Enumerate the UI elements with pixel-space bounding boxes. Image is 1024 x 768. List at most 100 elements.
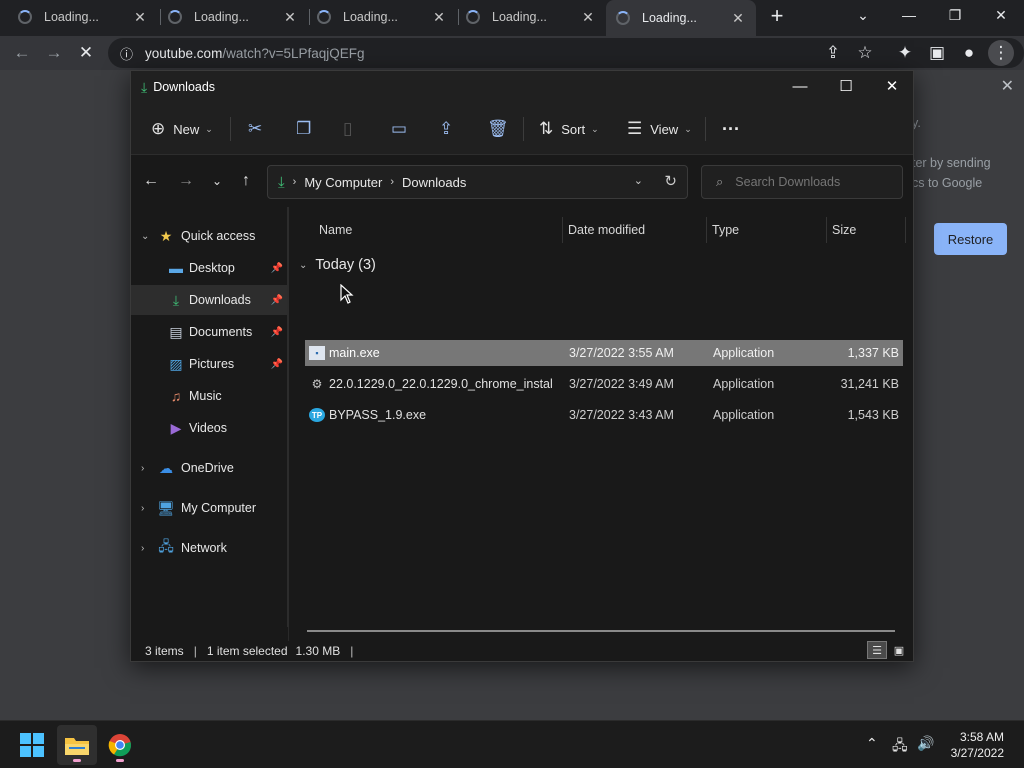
explorer-address-bar[interactable]: ⤓ › My Computer › Downloads ⌄ ↻ [267,165,688,199]
sidebar-item-documents[interactable]: ▤ Documents 📌 [131,317,289,347]
sidebar-item-network[interactable]: › 🖧 Network [131,533,289,563]
tiles-view-icon[interactable]: ▣ [889,641,909,659]
column-header-size[interactable]: Size [832,217,856,243]
documents-icon: ▤ [169,323,183,340]
system-clock[interactable]: 3:58 AM 3/27/2022 [951,729,1004,761]
paste-button[interactable]: ▯ [343,115,352,143]
tab-close-icon[interactable]: ✕ [580,9,596,26]
group-header-today[interactable]: ⌄ Today (3) [299,257,376,273]
sidebar-item-desktop[interactable]: ▬ Desktop 📌 [131,253,289,283]
page-text: cs to Google [912,176,983,190]
tab-close-icon[interactable]: ✕ [132,9,148,26]
back-button[interactable]: ← [9,40,35,66]
sort-button[interactable]: ⇅ Sort ⌄ [539,115,599,143]
sidebar-item-videos[interactable]: ▶ Videos [131,413,289,443]
file-row[interactable]: ⚙ 22.0.1229.0_22.0.1229.0_chrome_install… [305,371,903,397]
breadcrumb-my-computer[interactable]: My Computer [304,175,382,190]
bookmark-star-icon[interactable]: ☆ [852,40,878,66]
browser-tab[interactable]: Loading... ✕ [158,0,308,34]
restore-window-button[interactable]: ❐ [932,0,978,30]
sidebar-item-my-computer[interactable]: › 🖥 My Computer [131,493,289,523]
search-box[interactable]: ⌕ [701,165,903,199]
divider [230,117,231,141]
chevron-down-icon: ⌄ [684,123,692,134]
site-info-icon[interactable]: ⓘ [120,44,133,63]
file-row[interactable]: TP BYPASS_1.9.exe 3/27/2022 3:43 AM Appl… [305,402,903,428]
tab-title: Loading... [343,10,398,24]
delete-button[interactable]: 🗑 [487,115,509,143]
search-input[interactable] [735,175,886,189]
share-button[interactable]: ⇪ [439,115,453,143]
column-divider[interactable] [706,217,707,243]
minimize-button[interactable]: — [777,71,823,101]
refresh-icon[interactable]: ↻ [664,172,677,190]
copy-button[interactable]: ❐ [296,115,311,143]
address-bar[interactable]: ⓘ youtube.com/watch?v=5LPfaqjQEFg [108,38,1024,68]
network-status-icon[interactable]: 🖧 [892,735,908,759]
new-button[interactable]: ⊕ New ⌄ [151,115,213,143]
tab-close-icon[interactable]: ✕ [730,10,746,27]
file-row[interactable]: ▪ main.exe 3/27/2022 3:55 AM Application… [305,340,903,366]
share-icon[interactable]: ⇪ [820,40,846,66]
tab-title: Loading... [492,10,547,24]
sidebar-item-pictures[interactable]: ▨ Pictures 📌 [131,349,289,379]
browser-tab[interactable]: Loading... ✕ [456,0,606,34]
restore-button[interactable]: Restore [934,223,1007,255]
details-view-icon[interactable]: ☰ [867,641,887,659]
menu-kebab-icon[interactable]: ⋮ [988,40,1014,66]
desktop-icon: ▬ [169,260,183,276]
volume-icon[interactable]: 🔊 [917,735,934,752]
sidebar-item-downloads[interactable]: ⤓ Downloads 📌 [131,285,289,315]
extensions-icon[interactable]: ✦ [892,40,918,66]
address-dropdown-chevron-icon[interactable]: ⌄ [634,174,643,187]
horizontal-scrollbar[interactable] [307,630,895,632]
forward-button[interactable]: → [41,40,67,66]
downloads-icon: ⤓ [172,291,180,308]
tab-close-icon[interactable]: ✕ [431,9,447,26]
maximize-button[interactable]: ☐ [823,71,869,101]
back-arrow-icon[interactable]: ← [139,169,163,193]
column-header-type[interactable]: Type [712,217,739,243]
tab-close-icon[interactable]: ✕ [282,9,298,26]
column-divider[interactable] [562,217,563,243]
start-button[interactable] [12,725,52,765]
minimize-button[interactable]: — [886,0,932,30]
side-panel-icon[interactable]: ▣ [924,40,950,66]
computer-icon: 🖥 [157,499,175,516]
chevron-down-icon[interactable]: ⌄ [141,231,149,242]
view-button[interactable]: ☰ View ⌄ [627,115,692,143]
close-icon[interactable]: ✕ [1001,76,1014,96]
column-header-name[interactable]: Name [319,217,352,243]
cut-button[interactable]: ✂ [248,115,262,143]
sidebar-item-music[interactable]: ♫ Music [131,381,289,411]
close-window-button[interactable]: ✕ [978,0,1024,30]
chevron-down-icon[interactable]: ⌄ [299,260,307,271]
browser-tab[interactable]: Loading... ✕ [307,0,457,34]
column-header-date-modified[interactable]: Date modified [568,217,645,243]
pin-icon: 📌 [270,358,283,370]
chevron-right-icon[interactable]: › [141,463,144,474]
chrome-taskbar-button[interactable] [100,725,140,765]
column-divider[interactable] [826,217,827,243]
forward-arrow-icon[interactable]: → [174,169,198,193]
column-divider[interactable] [905,217,906,243]
recent-locations-chevron-icon[interactable]: ⌄ [205,169,229,193]
sidebar-item-onedrive[interactable]: › ☁ OneDrive [131,453,289,483]
browser-tab[interactable]: Loading... ✕ [8,0,158,34]
sidebar-scrollbar[interactable] [287,207,289,627]
chevron-right-icon[interactable]: › [141,503,144,514]
profile-icon[interactable]: ● [956,40,982,66]
close-button[interactable]: ✕ [869,71,915,101]
show-hidden-icons-chevron-icon[interactable]: ⌃ [866,735,878,752]
rename-button[interactable]: ▭ [391,115,407,143]
breadcrumb-downloads[interactable]: Downloads [402,175,466,190]
tab-search-chevron-icon[interactable]: ⌄ [840,0,886,30]
new-tab-button[interactable]: + [766,5,788,28]
up-arrow-icon[interactable]: ↑ [234,169,258,193]
more-options-icon[interactable]: ··· [722,115,740,143]
stop-button[interactable]: ✕ [73,40,99,66]
chevron-right-icon[interactable]: › [141,543,144,554]
file-explorer-taskbar-button[interactable] [57,725,97,765]
sidebar-item-quick-access[interactable]: ⌄ ★ Quick access [131,221,289,251]
browser-tab-active[interactable]: Loading... ✕ [606,0,756,36]
